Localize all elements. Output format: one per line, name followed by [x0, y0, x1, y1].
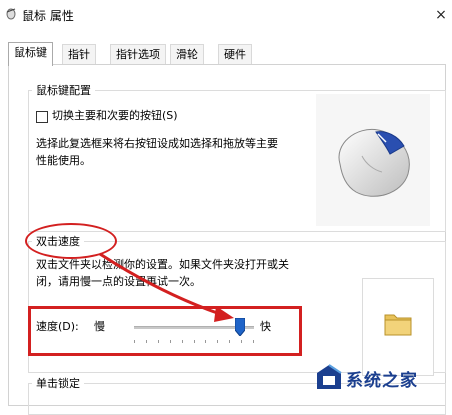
tab-wheel[interactable]: 滑轮	[170, 44, 204, 65]
tab-pointer-options[interactable]: 指针选项	[110, 44, 166, 65]
watermark-text: 系统之家	[346, 371, 418, 391]
watermark-logo-icon	[317, 364, 342, 389]
mouse-settings-icon	[6, 8, 16, 20]
tab-buttons[interactable]: 鼠标键	[8, 42, 53, 66]
button-config-title: 鼠标键配置	[32, 82, 95, 98]
mouse-image	[316, 94, 430, 226]
title-bar: 鼠标 属性 ×	[0, 0, 452, 34]
button-config-description-2: 性能使用。	[36, 154, 91, 167]
switch-buttons-checkbox[interactable]	[36, 111, 48, 123]
tab-hardware[interactable]: 硬件	[218, 44, 252, 65]
click-lock-title: 单击锁定	[32, 375, 84, 391]
double-click-description-2: 闭，请用慢一点的设置再试一次。	[36, 275, 201, 288]
annotation-rectangle	[28, 306, 302, 356]
close-button[interactable]: ×	[430, 0, 452, 30]
window-title: 鼠标 属性	[22, 9, 74, 23]
switch-buttons-label[interactable]: 切换主要和次要的按钮(S)	[52, 107, 178, 124]
button-config-description-1: 选择此复选框来将右按钮设成如选择和拖放等主要	[36, 137, 278, 150]
folder-icon	[384, 314, 412, 336]
close-icon: ×	[435, 7, 447, 23]
annotation-ellipse	[25, 223, 117, 259]
watermark: 系统之家	[310, 356, 452, 400]
tab-pointers[interactable]: 指针	[62, 44, 96, 65]
